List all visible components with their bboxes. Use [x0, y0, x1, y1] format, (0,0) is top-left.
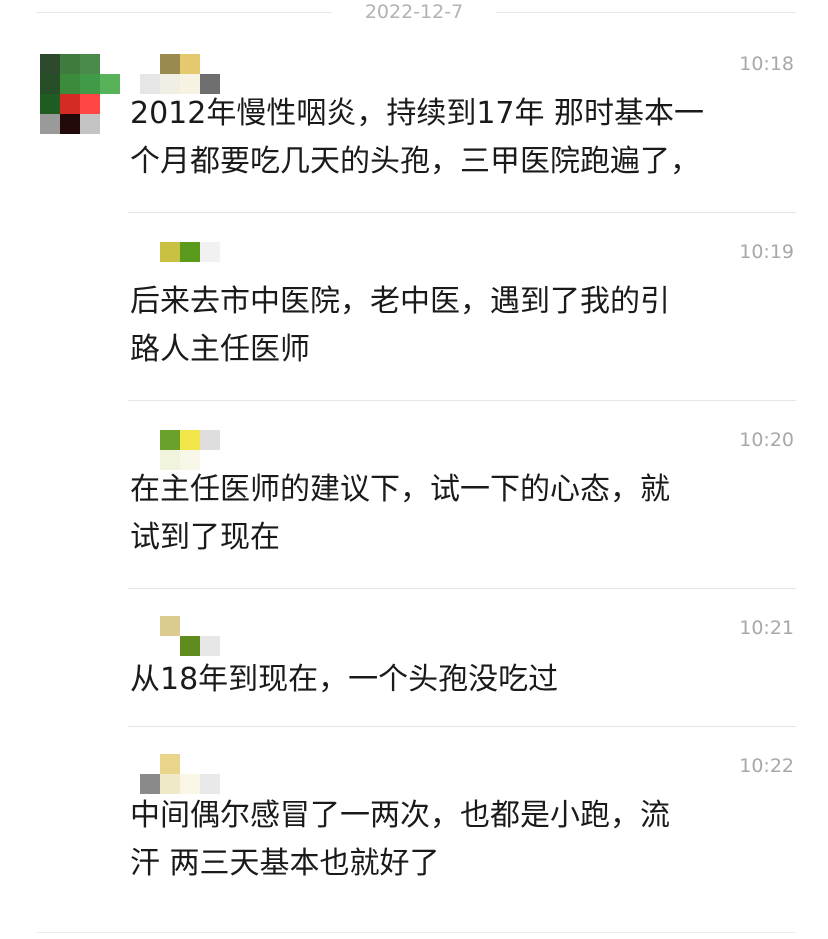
message-item: 10:18 2012年慢性咽炎，持续到17年 那时基本一 个月都要吃几天的头孢，…: [128, 48, 796, 198]
avatar-mosaic-cell: [80, 94, 100, 114]
date-divider-line-right: [496, 12, 796, 13]
name-mosaic-cell: [160, 636, 180, 656]
name-mosaic-cell: [180, 774, 200, 794]
name-mosaic-cell: [180, 616, 200, 636]
name-mosaic-cell: [160, 242, 180, 262]
message-item: 10:21 从18年到现在，一个头孢没吃过: [128, 612, 796, 712]
name-mosaic-cell: [180, 54, 200, 74]
avatar-mosaic-cell: [40, 94, 60, 114]
name-mosaic-cell: [140, 242, 160, 262]
sender-name-pixelated: [140, 616, 220, 656]
avatar-mosaic-cell: [60, 94, 80, 114]
name-mosaic-cell: [140, 754, 160, 774]
name-mosaic-cell: [160, 754, 180, 774]
message-time: 10:22: [739, 755, 794, 777]
name-mosaic-cell: [160, 54, 180, 74]
name-mosaic-cell: [140, 636, 160, 656]
name-mosaic-cell: [140, 54, 160, 74]
avatar-mosaic-cell: [100, 54, 120, 74]
name-mosaic-cell: [200, 242, 220, 262]
message-time: 10:19: [739, 241, 794, 263]
name-mosaic-cell: [140, 616, 160, 636]
avatar-mosaic-cell: [60, 54, 80, 74]
message-item: 10:22 中间偶尔感冒了一两次，也都是小跑，流 汗 两三天基本也就好了: [128, 750, 796, 900]
sender-name-pixelated: [140, 54, 220, 94]
name-mosaic-cell: [200, 616, 220, 636]
bottom-divider: [36, 932, 796, 933]
name-mosaic-cell: [160, 616, 180, 636]
message-item: 10:19 后来去市中医院，老中医，遇到了我的引 路人主任医师: [128, 236, 796, 386]
name-mosaic-cell: [180, 754, 200, 774]
sender-name-pixelated: [140, 754, 220, 794]
name-mosaic-cell: [200, 430, 220, 450]
message-separator: [128, 400, 796, 401]
name-mosaic-cell: [140, 774, 160, 794]
avatar-mosaic-cell: [100, 114, 120, 134]
name-mosaic-cell: [160, 774, 180, 794]
message-time: 10:18: [739, 53, 794, 75]
name-mosaic-cell: [180, 242, 200, 262]
date-divider: 2022-12-7: [0, 0, 828, 26]
avatar-mosaic-cell: [80, 114, 100, 134]
message-time: 10:21: [739, 617, 794, 639]
avatar-mosaic-cell: [60, 114, 80, 134]
message-text[interactable]: 在主任医师的建议下，试一下的心态，就 试到了现在: [130, 466, 796, 562]
name-mosaic-cell: [200, 774, 220, 794]
name-mosaic-cell: [200, 754, 220, 774]
message-time: 10:20: [739, 429, 794, 451]
message-separator: [128, 726, 796, 727]
message-text[interactable]: 2012年慢性咽炎，持续到17年 那时基本一 个月都要吃几天的头孢，三甲医院跑遍…: [130, 90, 796, 186]
name-mosaic-cell: [140, 430, 160, 450]
message-item: 10:20 在主任医师的建议下，试一下的心态，就 试到了现在: [128, 424, 796, 574]
name-mosaic-cell: [180, 430, 200, 450]
message-text[interactable]: 从18年到现在，一个头孢没吃过: [130, 656, 796, 704]
name-mosaic-cell: [200, 636, 220, 656]
name-mosaic-cell: [180, 636, 200, 656]
name-mosaic-cell: [200, 54, 220, 74]
date-divider-line-left: [36, 12, 332, 13]
avatar-mosaic-cell: [80, 74, 100, 94]
message-text[interactable]: 后来去市中医院，老中医，遇到了我的引 路人主任医师: [130, 278, 796, 374]
avatar-mosaic-cell: [100, 74, 120, 94]
avatar[interactable]: [40, 54, 120, 134]
message-text[interactable]: 中间偶尔感冒了一两次，也都是小跑，流 汗 两三天基本也就好了: [130, 792, 796, 888]
date-label: 2022-12-7: [364, 1, 464, 23]
avatar-mosaic-cell: [40, 74, 60, 94]
message-separator: [128, 212, 796, 213]
avatar-mosaic-cell: [40, 114, 60, 134]
avatar-mosaic-cell: [100, 94, 120, 114]
avatar-mosaic-cell: [60, 74, 80, 94]
name-mosaic-cell: [160, 430, 180, 450]
avatar-mosaic-cell: [80, 54, 100, 74]
sender-name-pixelated: [140, 242, 220, 282]
avatar-mosaic-cell: [40, 54, 60, 74]
sender-name-pixelated: [140, 430, 220, 470]
message-separator: [128, 588, 796, 589]
